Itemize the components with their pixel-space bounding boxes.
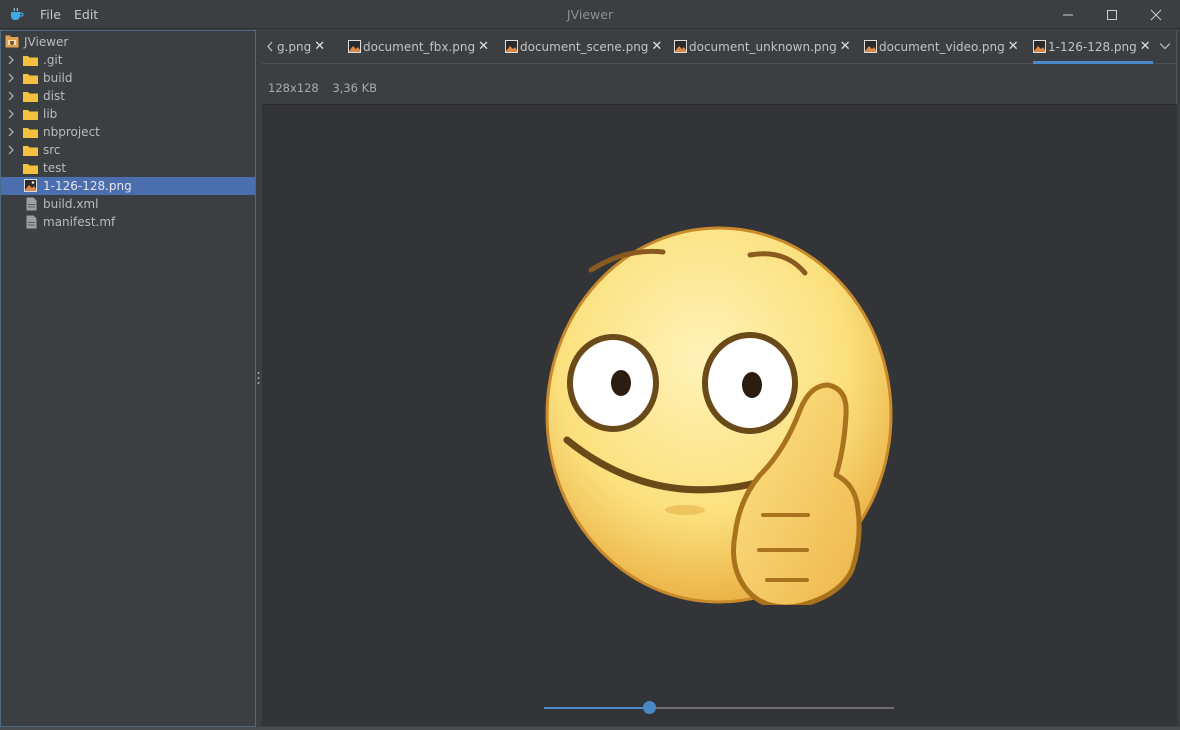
tab-close-icon[interactable]: ✕ [1140, 39, 1151, 54]
folder-icon [23, 56, 38, 66]
tree-root[interactable]: JViewer [1, 33, 255, 51]
chevron-right-icon[interactable] [6, 73, 16, 83]
tree-item-build[interactable]: build [1, 69, 255, 87]
tab-close-icon[interactable]: ✕ [840, 39, 851, 54]
tree-item-label: lib [43, 107, 58, 121]
chevron-right-icon[interactable] [6, 145, 16, 155]
tree-item-src[interactable]: src [1, 141, 255, 159]
tree-item-label: dist [43, 89, 65, 103]
tab-g-png[interactable]: g.png ✕ [277, 30, 325, 63]
tab-label: document_video.png [879, 39, 1005, 54]
maximize-icon [1107, 9, 1117, 20]
tab-document-unknown[interactable]: document_unknown.png ✕ [674, 30, 851, 63]
image-info: 128x128 3,36 KB [268, 81, 387, 95]
folder-icon [23, 128, 38, 138]
project-icon [5, 35, 19, 48]
tree-item-manifest[interactable]: manifest.mf [1, 213, 255, 231]
java-cup-icon [11, 7, 24, 20]
menu-file[interactable]: File [40, 7, 61, 22]
image-file-size: 3,36 KB [332, 81, 378, 95]
document-icon [26, 197, 37, 211]
tab-label: document_scene.png [520, 39, 649, 54]
thumbs-up-emoji-image [545, 226, 893, 605]
zoom-slider[interactable] [544, 701, 894, 714]
tab-document-fbx[interactable]: document_fbx.png ✕ [348, 30, 489, 63]
splitter-grip-icon[interactable] [257, 371, 260, 385]
tab-close-icon[interactable]: ✕ [478, 39, 489, 54]
image-canvas[interactable] [262, 104, 1177, 726]
tree-item-label: build [43, 71, 73, 85]
chevron-right-icon[interactable] [6, 109, 16, 119]
tree-item-nbproject[interactable]: nbproject [1, 123, 255, 141]
tree-item-label: build.xml [43, 197, 99, 211]
menu-edit[interactable]: Edit [74, 7, 98, 22]
folder-icon [23, 92, 38, 102]
zoom-slider-fill [544, 707, 649, 709]
tree-item-label: manifest.mf [43, 215, 116, 229]
image-file-icon [1033, 40, 1046, 53]
tab-document-scene[interactable]: document_scene.png ✕ [505, 30, 662, 63]
viewer-panel: g.png ✕ document_fbx.png ✕ document_scen… [262, 30, 1177, 727]
chevron-right-icon[interactable] [6, 91, 16, 101]
tab-close-icon[interactable]: ✕ [651, 39, 662, 54]
folder-icon [23, 110, 38, 120]
window-title: JViewer [566, 7, 614, 22]
folder-icon [23, 146, 38, 156]
image-file-icon [674, 40, 687, 53]
tree-root-label: JViewer [24, 35, 69, 49]
tree-item-label: test [43, 161, 67, 175]
image-file-icon [505, 40, 518, 53]
title-bar: File Edit JViewer [0, 0, 1180, 29]
tab-close-icon[interactable]: ✕ [314, 39, 325, 54]
maximize-button[interactable] [1090, 0, 1134, 29]
tree-item-build-xml[interactable]: build.xml [1, 195, 255, 213]
tree-item-git[interactable]: .git [1, 51, 255, 69]
image-file-icon [24, 179, 37, 192]
project-tree[interactable]: JViewer .git build dist lib nbproject sr… [0, 30, 256, 727]
minimize-button[interactable] [1046, 0, 1090, 29]
tree-item-dist[interactable]: dist [1, 87, 255, 105]
tree-item-label: nbproject [43, 125, 100, 139]
chevron-right-icon[interactable] [6, 55, 16, 65]
tab-1-126-128-active[interactable]: 1-126-128.png ✕ [1033, 30, 1153, 64]
tree-item-test[interactable]: test [1, 159, 255, 177]
scroll-tabs-left-icon[interactable] [266, 41, 274, 52]
image-file-icon [864, 40, 877, 53]
tab-label: 1-126-128.png [1048, 39, 1137, 54]
tab-label: document_fbx.png [363, 39, 476, 54]
tab-close-icon[interactable]: ✕ [1008, 39, 1019, 54]
image-dimensions: 128x128 [268, 81, 319, 95]
tab-bar: g.png ✕ document_fbx.png ✕ document_scen… [262, 30, 1177, 64]
document-icon [26, 215, 37, 229]
close-icon [1150, 9, 1162, 20]
tree-item-lib[interactable]: lib [1, 105, 255, 123]
tree-item-label: .git [43, 53, 63, 67]
zoom-slider-thumb[interactable] [643, 701, 656, 714]
chevron-right-icon[interactable] [6, 127, 16, 137]
minimize-icon [1063, 14, 1073, 15]
tree-item-label: 1-126-128.png [43, 179, 132, 193]
tab-label: document_unknown.png [689, 39, 837, 54]
close-button[interactable] [1134, 0, 1178, 29]
folder-icon [23, 164, 38, 174]
image-file-icon [348, 40, 361, 53]
tree-item-label: src [43, 143, 61, 157]
chevron-down-icon[interactable] [1159, 42, 1171, 50]
tab-document-video[interactable]: document_video.png ✕ [864, 30, 1019, 63]
tree-item-image-selected[interactable]: 1-126-128.png [1, 177, 255, 195]
tab-label: g.png [277, 39, 312, 54]
folder-icon [23, 74, 38, 84]
